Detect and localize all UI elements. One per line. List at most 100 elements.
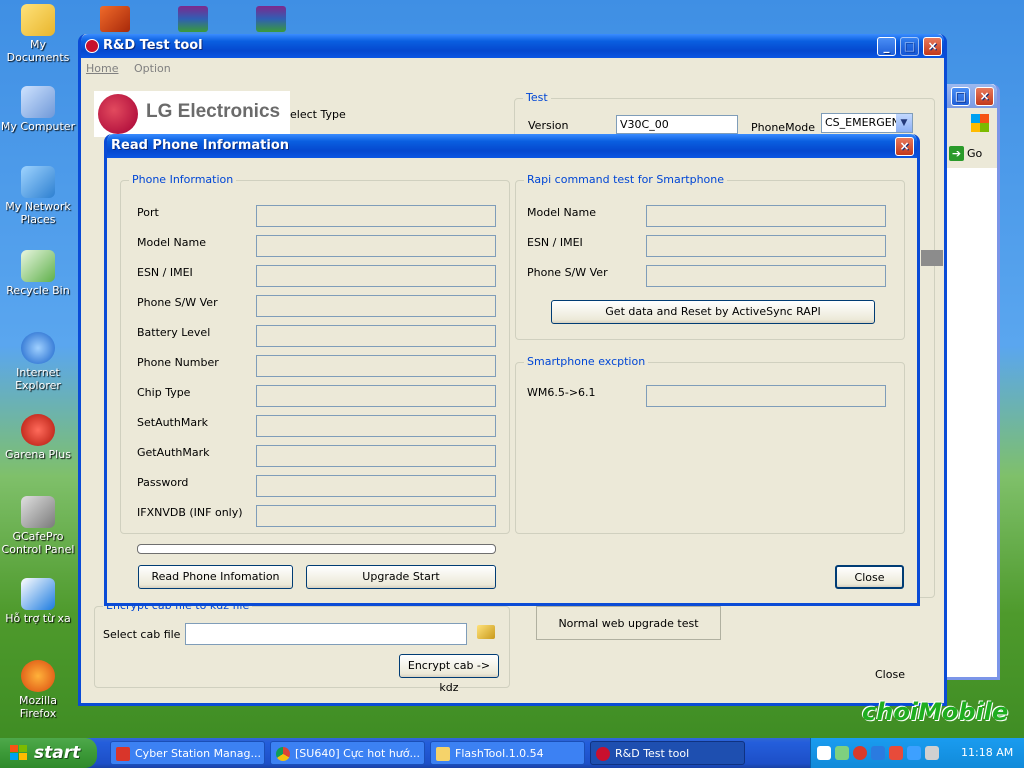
rapi-model-name-label: Model Name <box>527 206 596 219</box>
desktop-icon-my-computer[interactable]: My Computer <box>0 86 76 133</box>
close-button[interactable]: × <box>895 137 914 156</box>
desktop-icon-label: Garena Plus <box>5 448 71 461</box>
desktop-icon-label: Mozilla Firefox <box>19 694 57 720</box>
select-type-label: elect Type <box>290 108 346 121</box>
network-icon[interactable] <box>835 746 849 760</box>
security-icon[interactable] <box>889 746 903 760</box>
folder-icon <box>436 747 450 761</box>
lg-logo-text: LG Electronics <box>146 101 281 122</box>
phone-sw-ver-label: Phone S/W Ver <box>137 296 218 309</box>
dialog-close-button[interactable]: Close <box>835 565 904 589</box>
menu-bar: Home Option <box>86 62 171 78</box>
rapi-esn-imei-field[interactable] <box>646 235 886 257</box>
close-button[interactable]: × <box>923 37 942 56</box>
task-label: Cyber Station Manag... <box>135 747 261 760</box>
wm-version-label: WM6.5->6.1 <box>527 386 596 399</box>
desktop-icon-gcafepro[interactable]: GCafePro Control Panel <box>0 496 76 556</box>
get-auth-mark-label: GetAuthMark <box>137 446 210 459</box>
browser-window: □ × ➔ Go <box>938 84 1000 680</box>
phone-mode-value: CS_EMERGEN <box>825 116 900 129</box>
title-bar: R&D Test tool _ □ × <box>81 34 944 58</box>
port-field[interactable] <box>256 205 496 227</box>
go-button[interactable]: ➔ Go <box>947 144 995 164</box>
maximize-button[interactable]: □ <box>900 37 919 56</box>
phone-mode-label: PhoneMode <box>751 121 816 134</box>
phone-number-field[interactable] <box>256 355 496 377</box>
phone-sw-ver-field[interactable] <box>256 295 496 317</box>
desktop-icon-firefox[interactable]: Mozilla Firefox <box>0 660 76 720</box>
desktop-icon-my-documents[interactable]: My Documents <box>0 4 76 64</box>
teamviewer-tray-icon[interactable] <box>871 746 885 760</box>
grey-block <box>921 250 943 266</box>
minimize-button[interactable]: _ <box>877 37 896 56</box>
chevron-down-icon: ▼ <box>896 114 912 132</box>
desktop-icon-label: My Computer <box>0 120 76 133</box>
encrypt-button[interactable]: Encrypt cab -> kdz <box>399 654 499 694</box>
password-field[interactable] <box>256 475 496 497</box>
task-flashtool[interactable]: FlashTool.1.0.54 <box>430 741 585 765</box>
task-label: [SU640] Cực hot hướ... <box>295 747 420 760</box>
upgrade-start-button[interactable]: Upgrade Start <box>306 565 496 589</box>
phone-information-label: Phone Information <box>129 173 237 186</box>
inf-file-icon[interactable] <box>100 6 130 32</box>
dialog-title: Read Phone Information <box>111 138 290 153</box>
lg-icon <box>596 747 610 761</box>
esn-imei-field[interactable] <box>256 265 496 287</box>
title-bar: □ × <box>941 84 997 108</box>
menu-option[interactable]: Option <box>134 62 171 75</box>
smartphone-exception-label: Smartphone excption <box>524 355 649 368</box>
chip-type-field[interactable] <box>256 385 496 407</box>
desktop-icon-internet-explorer[interactable]: Internet Explorer <box>0 332 76 392</box>
teamviewer-icon <box>21 578 55 610</box>
desktop-icon-label: Hỗ trợ từ xa <box>5 612 71 625</box>
normal-web-upgrade-button[interactable]: Normal web upgrade test <box>536 606 721 640</box>
volume-icon[interactable] <box>925 746 939 760</box>
menu-home[interactable]: Home <box>86 62 118 75</box>
rapi-phone-sw-ver-field[interactable] <box>646 265 886 287</box>
open-folder-icon[interactable] <box>477 625 495 639</box>
toolbar <box>941 108 997 140</box>
rapi-group-label: Rapi command test for Smartphone <box>524 173 728 186</box>
desktop-icon-label: Recycle Bin <box>6 284 70 297</box>
desktop-icon-recycle-bin[interactable]: Recycle Bin <box>0 250 76 297</box>
garena-tray-icon[interactable] <box>853 746 867 760</box>
read-phone-info-button[interactable]: Read Phone Infomation <box>138 565 293 589</box>
close-button[interactable]: × <box>975 87 994 106</box>
desktop-icon-garena-plus[interactable]: Garena Plus <box>0 414 76 461</box>
lg-logo: LG Electronics <box>94 91 290 137</box>
windows-logo-icon <box>971 114 989 132</box>
cyber-station-icon <box>116 747 130 761</box>
set-auth-mark-field[interactable] <box>256 415 496 437</box>
clock[interactable]: 11:18 AM <box>961 738 1013 768</box>
maximize-button[interactable]: □ <box>951 87 970 106</box>
battery-level-field[interactable] <box>256 325 496 347</box>
wm-version-field[interactable] <box>646 385 886 407</box>
keyboard-icon[interactable] <box>817 746 831 760</box>
rapi-model-name-field[interactable] <box>646 205 886 227</box>
main-close-label[interactable]: Close <box>875 668 905 681</box>
task-rd-test-tool[interactable]: R&D Test tool <box>590 741 745 765</box>
winrar-icon[interactable] <box>178 6 208 32</box>
task-chrome[interactable]: [SU640] Cực hot hướ... <box>270 741 425 765</box>
get-auth-mark-field[interactable] <box>256 445 496 467</box>
phone-mode-select[interactable]: CS_EMERGEN ▼ <box>821 113 913 133</box>
model-name-field[interactable] <box>256 235 496 257</box>
get-data-reset-button[interactable]: Get data and Reset by ActiveSync RAPI <box>551 300 875 324</box>
control-panel-icon <box>21 496 55 528</box>
start-button[interactable]: start <box>0 738 97 768</box>
desktop-icon-teamviewer[interactable]: Hỗ trợ từ xa <box>0 578 76 625</box>
ifxnvdb-field[interactable] <box>256 505 496 527</box>
password-label: Password <box>137 476 189 489</box>
rapi-phone-sw-ver-label: Phone S/W Ver <box>527 266 608 279</box>
progress-bar <box>137 544 496 554</box>
task-cyber-station[interactable]: Cyber Station Manag... <box>110 741 265 765</box>
go-arrow-icon: ➔ <box>949 146 964 161</box>
app-icon <box>85 39 99 53</box>
desktop-icon-network-places[interactable]: My Network Places <box>0 166 76 226</box>
ie-tray-icon[interactable] <box>907 746 921 760</box>
version-field[interactable]: V30C_00 <box>616 115 738 134</box>
title-bar: Read Phone Information × <box>107 134 917 158</box>
winrar-icon[interactable] <box>256 6 286 32</box>
select-cab-field[interactable] <box>185 623 467 645</box>
folder-icon <box>21 4 55 36</box>
